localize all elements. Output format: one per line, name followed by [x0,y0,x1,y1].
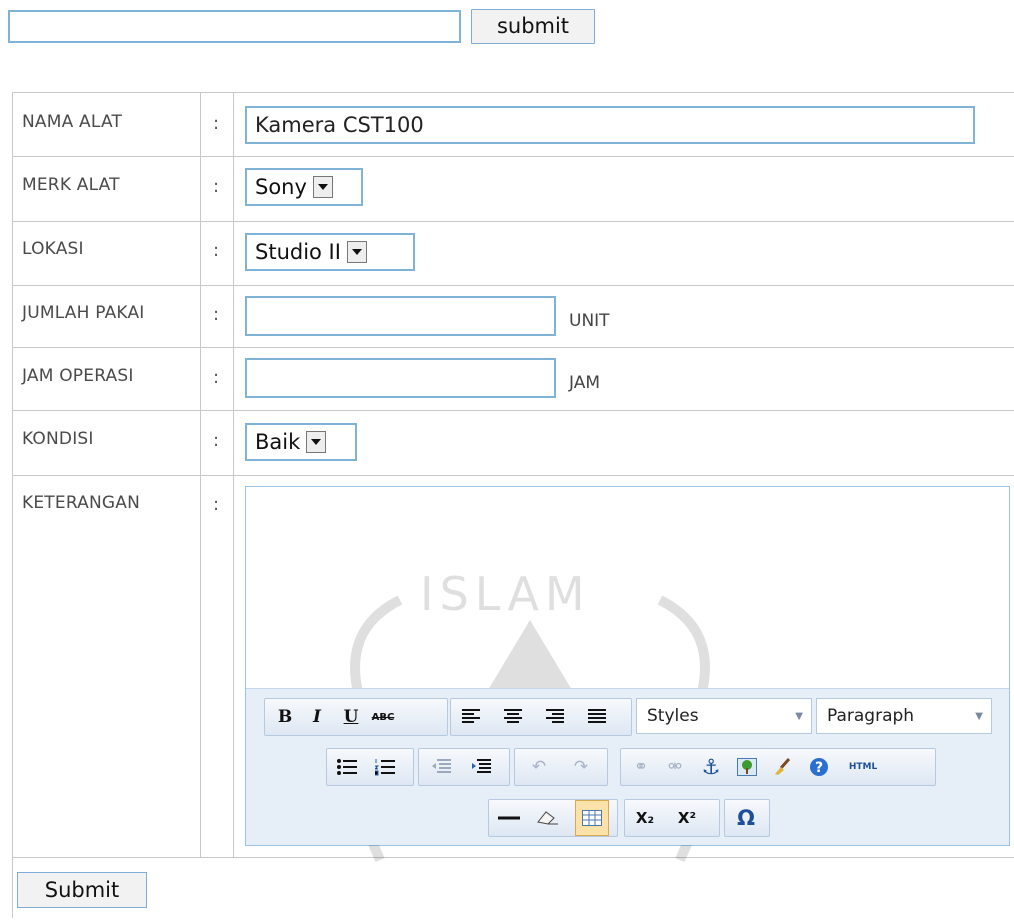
label-jumlah-pakai: JUMLAH PAKAI [22,303,145,323]
indent-icon[interactable] [467,749,495,785]
undo-icon[interactable]: ↶ [525,749,553,785]
jam-operasi-unit: JAM [569,373,601,393]
kondisi-select[interactable]: Baik [245,423,357,461]
help-icon[interactable]: ? [805,749,833,785]
styles-dropdown[interactable]: Styles ▼ [636,698,812,734]
script-button-group: X₂ X² [624,799,720,837]
align-right-icon[interactable] [541,699,569,735]
redo-icon[interactable]: ↷ [567,749,595,785]
link-icon[interactable]: ⚭ [627,749,655,785]
special-char-group: Ω [724,799,770,837]
colon: : [213,430,220,451]
svg-text:?: ? [815,760,823,776]
colon: : [213,240,220,261]
row-divider [12,156,1014,157]
lokasi-selected: Studio II [255,240,341,264]
align-justify-icon[interactable] [583,699,611,735]
label-jam-operasi: JAM OPERASI [22,366,134,386]
colon: : [213,113,220,134]
indent-button-group [418,748,510,786]
horizontal-rule-icon[interactable] [495,800,523,836]
superscript-button[interactable]: X² [673,800,701,836]
jumlah-pakai-unit: UNIT [569,311,610,331]
lokasi-select[interactable]: Studio II [245,233,415,271]
format-dropdown[interactable]: Paragraph ▼ [816,698,992,734]
undo-redo-group: ↶ ↷ [514,748,608,786]
bullet-list-icon[interactable] [333,749,361,785]
chevron-down-icon: ▼ [795,711,803,722]
colon: : [213,304,220,325]
row-divider [12,857,1014,858]
outdent-icon[interactable] [427,749,455,785]
anchor-icon[interactable]: ⚓ [697,749,725,785]
underline-button[interactable]: U [337,699,365,735]
special-character-button[interactable]: Ω [732,800,760,836]
unlink-icon[interactable]: ⚮ [661,749,689,785]
top-submit-button[interactable]: submit [471,9,595,44]
align-button-group [450,698,632,736]
search-input[interactable] [8,10,461,43]
colon: : [213,367,220,388]
list-button-group [326,748,414,786]
merk-alat-select[interactable]: Sony [245,168,363,206]
merk-alat-selected: Sony [255,175,307,199]
format-button-group: B I U ABC [264,698,448,736]
row-divider [12,285,1014,286]
numbered-list-icon[interactable] [371,749,399,785]
kondisi-selected: Baik [255,430,301,454]
subscript-button[interactable]: X₂ [631,800,659,836]
row-divider [12,347,1014,348]
align-left-icon[interactable] [457,699,485,735]
cleanup-icon[interactable] [769,749,797,785]
styles-dropdown-label: Styles [647,706,699,726]
align-center-icon[interactable] [499,699,527,735]
table-border-left [12,92,13,918]
row-divider [12,410,1014,411]
image-icon[interactable] [733,749,761,785]
format-dropdown-label: Paragraph [827,706,915,726]
column-divider [200,92,201,858]
row-divider [12,221,1014,222]
colon: : [213,176,220,197]
chevron-down-icon[interactable] [306,431,327,453]
eraser-icon[interactable] [533,800,561,836]
chevron-down-icon[interactable] [346,241,367,263]
label-merk-alat: MERK ALAT [22,175,120,195]
label-lokasi: LOKASI [22,239,84,259]
jumlah-pakai-input[interactable] [245,296,556,336]
table-icon[interactable] [575,800,609,836]
chevron-down-icon: ▼ [975,711,983,722]
label-kondisi: KONDISI [22,429,94,449]
bold-button[interactable]: B [271,699,299,735]
italic-button[interactable]: I [303,699,331,735]
colon: : [213,494,220,515]
label-keterangan: KETERANGAN [22,493,141,513]
column-divider [233,92,234,858]
submit-button[interactable]: Submit [17,872,147,908]
html-source-button[interactable]: HTML [843,749,883,785]
misc-button-group [488,799,618,837]
jam-operasi-input[interactable] [245,358,556,398]
strikethrough-button[interactable]: ABC [369,699,397,735]
editor-toolbar: B I U ABC Styles ▼ Paragraph ▼ ↶ ↷ ⚭ ⚮ ⚓… [246,688,1009,845]
chevron-down-icon[interactable] [312,176,333,198]
row-divider [12,475,1014,476]
insert-button-group: ⚭ ⚮ ⚓ ? HTML [620,748,936,786]
label-nama-alat: NAMA ALAT [22,112,123,132]
table-border-top [12,92,1014,93]
nama-alat-input[interactable]: Kamera CST100 [245,106,975,144]
